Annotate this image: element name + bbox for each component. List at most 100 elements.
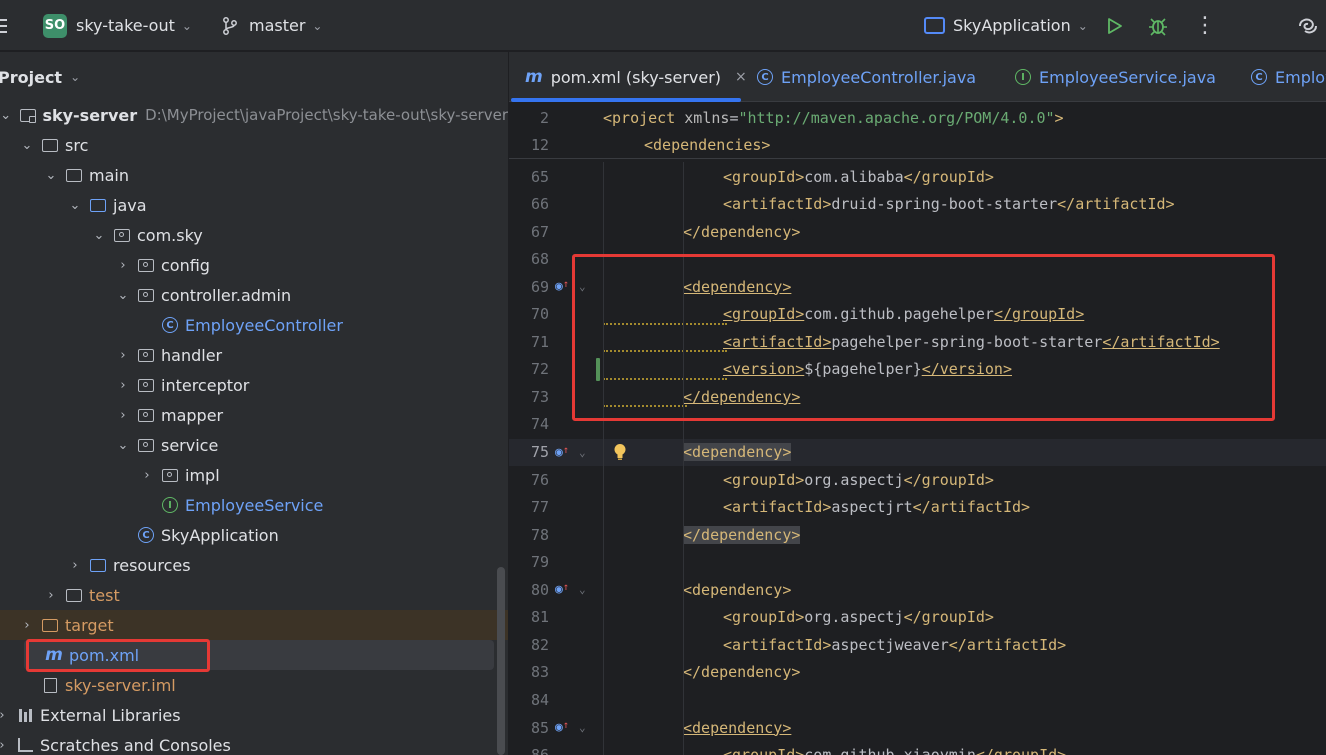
xml-tag: </groupId> [976,746,1066,755]
main-menu-icon[interactable] [0,0,8,51]
code-line[interactable]: 74 [509,411,1326,438]
code-line[interactable]: 79 [509,549,1326,576]
panel-scrollbar[interactable] [497,567,505,755]
code-line[interactable]: 83 </dependency> [509,659,1326,686]
code-line[interactable]: 71 <artifactId>pagehelper-spring-boot-sta… [509,328,1326,355]
code-line[interactable]: 75 ◉↑ ⌄ <dependency> [509,438,1326,466]
tree-item-config[interactable]: › config [0,250,508,280]
code-line[interactable]: 70 <groupId>com.github.pagehelper</groupI… [509,301,1326,328]
xml-tag: </artifactId> [1057,195,1175,214]
change-marker[interactable] [596,357,600,381]
tab-employee-controller[interactable]: C EmployeeController.java [757,52,976,102]
override-marker-icon[interactable]: ◉↑ [555,582,569,597]
tree-item-mapper[interactable]: › mapper [0,400,508,430]
tree-item-label: Scratches and Consoles [40,735,231,755]
project-panel-header[interactable]: Project ⌄ [0,52,508,102]
code-line[interactable]: 68 [509,246,1326,273]
run-configuration-selector[interactable]: SkyApplication ⌄ [924,0,1088,51]
tree-item-scratches[interactable]: › Scratches and Consoles [0,730,508,755]
code-line[interactable]: 81 <groupId>org.aspectj</groupId> [509,604,1326,631]
tree-item-sky-server-iml[interactable]: sky-server.iml [0,670,508,700]
run-button[interactable] [1106,0,1124,51]
tree-item-employee-controller[interactable]: C EmployeeController [0,310,508,340]
expanded-arrow-icon: ⌄ [45,167,57,183]
code-line[interactable]: 65 <groupId>com.alibaba</groupId> [509,163,1326,190]
code-line[interactable]: 78 </dependency> [509,521,1326,548]
xml-tag: </groupId> [903,167,994,186]
override-marker-icon[interactable]: ◉↑ [555,445,569,460]
vcs-branch-switcher[interactable]: master ⌄ [222,0,322,51]
tree-item-java[interactable]: ⌄ java [0,190,508,220]
code-line[interactable]: 85 ◉↑ ⌄ <dependency> [509,714,1326,741]
tab-employee-service[interactable]: I EmployeeService.java [1015,52,1216,102]
tree-item-impl[interactable]: › impl [0,460,508,490]
fold-icon[interactable]: ⌄ [579,583,586,596]
sticky-line[interactable]: 2 <project xmlns="http://maven.apache.or… [509,104,1326,131]
code-line[interactable]: 66 <artifactId>druid-spring-boot-starter<… [509,191,1326,218]
tree-item-src[interactable]: ⌄ src [0,130,508,160]
chevron-down-icon: ⌄ [1077,18,1088,33]
tree-item-employee-service[interactable]: I EmployeeService [0,490,508,520]
code-line[interactable]: 69 ◉↑ ⌄ <dependency> [509,273,1326,300]
tree-item-main[interactable]: ⌄ main [0,160,508,190]
override-marker-icon[interactable]: ◉↑ [555,279,569,294]
tree-item-test[interactable]: › test [0,580,508,610]
tree-item-pom-xml[interactable]: m pom.xml [24,640,494,670]
code-line[interactable]: 80 ◉↑ ⌄ <dependency> [509,576,1326,603]
xml-string: "http://maven.apache.org/POM/4.0.0" [738,108,1055,127]
xml-tag: <version> [723,360,805,379]
tree-item-sky-application[interactable]: C SkyApplication [0,520,508,550]
tree-item-external-libraries[interactable]: › External Libraries [0,700,508,730]
tree-item-controller-admin[interactable]: ⌄ controller.admin [0,280,508,310]
class-icon: C [757,69,773,85]
package-icon [137,257,155,273]
line-number: 67 [530,222,549,241]
code-line[interactable]: 73 </dependency> [509,383,1326,410]
code-line[interactable]: 86 <groupId>com.github.xiaoymin</groupId> [509,742,1326,755]
xml-tag: <groupId> [723,470,805,489]
tab-employ[interactable]: C Employ [1251,52,1326,102]
tree-item-interceptor[interactable]: › interceptor [0,370,508,400]
code-line[interactable]: 82 <artifactId>aspectjweaver</artifactId> [509,631,1326,658]
tree-item-service[interactable]: ⌄ service [0,430,508,460]
code-line[interactable]: 84 [509,686,1326,713]
tree-item-resources[interactable]: › resources [0,550,508,580]
xml-tag: </dependency> [683,663,801,682]
collapsed-arrow-icon: › [24,617,30,633]
xml-tag: </artifactId> [1102,332,1220,351]
more-actions-icon[interactable]: ⋮ [1194,0,1216,51]
project-switcher[interactable]: SO sky-take-out ⌄ [43,0,192,51]
tree-item-handler[interactable]: › handler [0,340,508,370]
debug-button[interactable] [1147,0,1169,51]
tree-item-sky-server[interactable]: ⌄ sky-server D:\MyProject\javaProject\sk… [0,100,508,130]
fold-icon[interactable]: ⌄ [579,280,586,293]
tree-item-target[interactable]: › target [0,610,508,640]
ai-assistant-icon[interactable] [1296,0,1320,51]
tree-item-com-sky[interactable]: ⌄ com.sky [0,220,508,250]
line-number: 79 [530,553,549,572]
interface-icon: I [1015,69,1031,85]
xml-text: com.github.pagehelper [804,305,994,324]
collapsed-arrow-icon: › [72,557,78,573]
line-number: 2 [539,108,549,127]
fold-icon[interactable]: ⌄ [579,446,586,459]
resources-folder-icon [89,557,107,573]
lightbulb-icon[interactable] [613,443,627,461]
code-line[interactable]: 72 <version>${pagehelper}</version> [509,356,1326,383]
warning-squiggle [603,376,727,380]
code-line[interactable]: 76 <groupId>org.aspectj</groupId> [509,466,1326,493]
fold-icon[interactable]: ⌄ [579,721,586,734]
package-icon [161,467,179,483]
xml-tag: </dependency> [683,222,801,241]
sticky-line[interactable]: 12 <dependencies> [509,131,1326,158]
code-line[interactable]: 77 <artifactId>aspectjrt</artifactId> [509,494,1326,521]
collapsed-arrow-icon: › [120,347,126,363]
close-icon[interactable]: × [735,69,747,85]
line-number: 85 [530,718,549,737]
code-line[interactable]: 67 </dependency> [509,218,1326,245]
code-editor[interactable]: m pom.xml (sky-server) × C EmployeeContr… [509,52,1326,755]
tab-pom-xml[interactable]: m pom.xml (sky-server) × [525,52,747,102]
override-marker-icon[interactable]: ◉↑ [555,720,569,735]
collapsed-arrow-icon: › [120,377,126,393]
tree-item-label: sky-server.iml [65,675,176,695]
